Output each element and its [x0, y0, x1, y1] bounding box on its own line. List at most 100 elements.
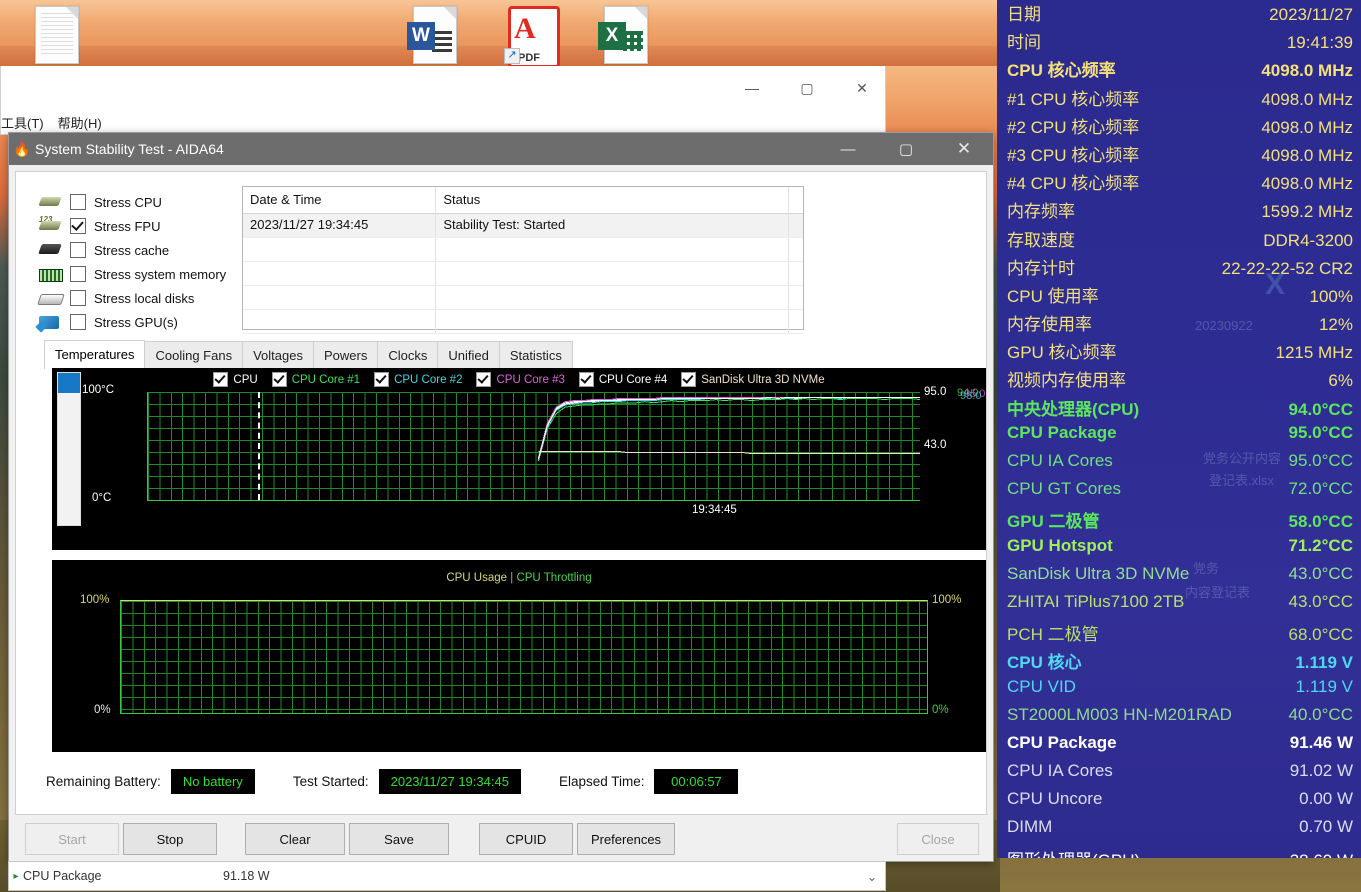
background-window[interactable]: — ▢ ✕ 工具(T) 帮助(H): [0, 66, 886, 135]
graph-vertical-scrollbar[interactable]: [57, 372, 81, 526]
clear-button[interactable]: Clear: [245, 823, 345, 855]
sensor-label: ZHITAI TiPlus7100 2TB: [1007, 591, 1185, 611]
sensor-row: GPU Hotspot 71.2°CC: [997, 536, 1361, 564]
word-badge: W: [407, 22, 435, 50]
stress-gpu-checkbox[interactable]: [70, 314, 86, 330]
temperature-graph[interactable]: CPU CPU Core #1 CPU Core #2 CPU Core #3 …: [52, 368, 986, 550]
legend-checkbox[interactable]: [271, 372, 287, 387]
usage-title-cpu-throttling[interactable]: CPU Throttling: [516, 572, 591, 584]
desktop-icon-pdf-document[interactable]: A PDF ↗: [502, 2, 562, 68]
stress-option-cpu[interactable]: Stress CPU: [38, 190, 248, 214]
stress-option-cache[interactable]: Stress cache: [38, 238, 248, 262]
minimize-button[interactable]: —: [819, 133, 877, 165]
sensor-label: CPU 核心频率: [1007, 61, 1116, 81]
sensor-label: CPU GT Cores: [1007, 479, 1121, 499]
stress-cache-checkbox[interactable]: [70, 242, 86, 258]
usage-axis-max-right: 100%: [932, 594, 962, 606]
stress-disks-checkbox[interactable]: [70, 290, 86, 306]
maximize-button[interactable]: ▢: [877, 133, 935, 165]
sensor-row: SanDisk Ultra 3D NVMe 43.0°CC: [997, 564, 1361, 592]
table-row[interactable]: [243, 262, 803, 286]
text-document-icon: [35, 6, 79, 64]
cell-status: [436, 238, 789, 261]
start-button[interactable]: Start: [25, 823, 119, 855]
legend-checkbox[interactable]: [213, 372, 229, 387]
preferences-button[interactable]: Preferences: [577, 823, 675, 855]
table-row[interactable]: [243, 286, 803, 310]
sensor-row: PCH 二极管 68.0°CC: [997, 620, 1361, 648]
stress-fpu-checkbox[interactable]: [70, 218, 86, 234]
event-log-table[interactable]: Date & Time Status 2023/11/27 19:34:45 S…: [242, 186, 804, 334]
sensor-row-list: 日期 2023/11/27 时间 19:41:39 CPU 核心频率 4098.0 MHz…: [997, 0, 1361, 858]
sensor-row: 日期 2023/11/27: [997, 0, 1361, 28]
acrobat-glyph-icon: A: [514, 12, 536, 45]
tab-powers[interactable]: Powers: [312, 341, 379, 369]
desktop-icon-text-document[interactable]: [27, 2, 87, 66]
stress-option-gpu[interactable]: Stress GPU(s): [38, 310, 248, 334]
close-button[interactable]: ✕: [935, 133, 993, 165]
table-row[interactable]: 2023/11/27 19:34:45 Stability Test: Star…: [243, 214, 803, 238]
sensor-row: CPU 核心 1.119 V: [997, 648, 1361, 676]
stop-button[interactable]: Stop: [123, 823, 217, 855]
stress-cpu-label: Stress CPU: [94, 194, 162, 210]
menu-item-tools[interactable]: 工具(T): [1, 113, 44, 132]
stress-cpu-checkbox[interactable]: [70, 194, 86, 210]
tab-cooling-fans[interactable]: Cooling Fans: [144, 341, 244, 369]
table-row[interactable]: [243, 238, 803, 262]
legend-item-cpu-core-3[interactable]: CPU Core #3: [476, 372, 565, 387]
aida64-stability-test-window[interactable]: 🔥 System Stability Test - AIDA64 — ▢ ✕ S…: [8, 132, 994, 862]
stress-option-memory[interactable]: Stress system memory: [38, 262, 248, 286]
bg-minimize-button[interactable]: —: [729, 66, 775, 110]
tab-temperatures[interactable]: Temperatures: [44, 340, 146, 369]
bg-maximize-button[interactable]: ▢: [784, 66, 830, 110]
sensor-row: CPU Package 95.0°CC: [997, 423, 1361, 451]
column-header-datetime[interactable]: Date & Time: [243, 187, 437, 213]
chevron-down-icon[interactable]: ⌄: [859, 869, 885, 884]
tab-unified[interactable]: Unified: [437, 341, 500, 369]
tab-bar: Temperatures Cooling Fans Voltages Power…: [44, 340, 573, 369]
legend-item-cpu-core-2[interactable]: CPU Core #2: [374, 372, 462, 387]
sensor-value: 4098.0 MHz: [1261, 89, 1353, 109]
sensor-value: 91.18 W: [223, 869, 270, 883]
column-header-status[interactable]: Status: [436, 187, 789, 213]
legend-item-cpu-core-1[interactable]: CPU Core #1: [271, 372, 360, 387]
table-header-row: Date & Time Status: [243, 187, 803, 214]
legend-checkbox[interactable]: [476, 372, 492, 387]
legend-item-cpu[interactable]: CPU: [213, 372, 258, 387]
temp-value-label-4: 93.0: [960, 390, 982, 402]
fpu-chip-icon: 123: [38, 215, 62, 235]
legend-checkbox[interactable]: [681, 372, 697, 387]
hard-disk-icon: [37, 289, 65, 307]
sensor-name: CPU Package: [23, 869, 102, 883]
cpuid-button[interactable]: CPUID: [479, 823, 573, 855]
legend-checkbox[interactable]: [578, 372, 594, 387]
tab-statistics[interactable]: Statistics: [498, 341, 573, 369]
desktop-icon-word-document[interactable]: W: [405, 2, 465, 66]
menu-item-help[interactable]: 帮助(H): [58, 113, 102, 132]
desktop-icon-excel-document[interactable]: X: [596, 2, 656, 66]
sensor-value: 0.70 W: [1299, 817, 1353, 837]
stress-option-disks[interactable]: Stress local disks: [37, 286, 248, 310]
table-row[interactable]: [243, 310, 803, 334]
legend-checkbox[interactable]: [374, 372, 390, 387]
legend-item-sandisk-nvme[interactable]: SanDisk Ultra 3D NVMe: [681, 372, 825, 387]
usage-title-cpu-usage[interactable]: CPU Usage: [446, 572, 507, 584]
pdf-badge: PDF: [518, 52, 540, 64]
cell-datetime: [243, 310, 437, 333]
scrollbar-thumb[interactable]: [58, 373, 80, 393]
sensor-value: 1.119 V: [1295, 676, 1353, 696]
sensor-value: 95.0°CC: [1288, 451, 1353, 470]
tab-clocks[interactable]: Clocks: [377, 341, 439, 369]
tab-voltages[interactable]: Voltages: [242, 341, 314, 369]
bg-close-button[interactable]: ✕: [839, 66, 885, 110]
cpu-usage-graph[interactable]: CPU Usage | CPU Throttling 100% 0% 100% …: [52, 560, 986, 752]
sensor-label: 内存计时: [1007, 258, 1075, 278]
sensor-value: DDR4-3200: [1263, 230, 1353, 250]
stress-option-fpu[interactable]: 123 Stress FPU: [38, 214, 248, 238]
stress-memory-checkbox[interactable]: [70, 266, 86, 282]
save-button[interactable]: Save: [349, 823, 449, 855]
close-action-button[interactable]: Close: [897, 823, 979, 855]
sensor-label: 中央处理器(CPU): [1007, 399, 1140, 419]
legend-item-cpu-core-4[interactable]: CPU Core #4: [578, 372, 667, 387]
background-window-sensor-row[interactable]: ▸ CPU Package 91.18 W ⌄: [8, 861, 886, 891]
